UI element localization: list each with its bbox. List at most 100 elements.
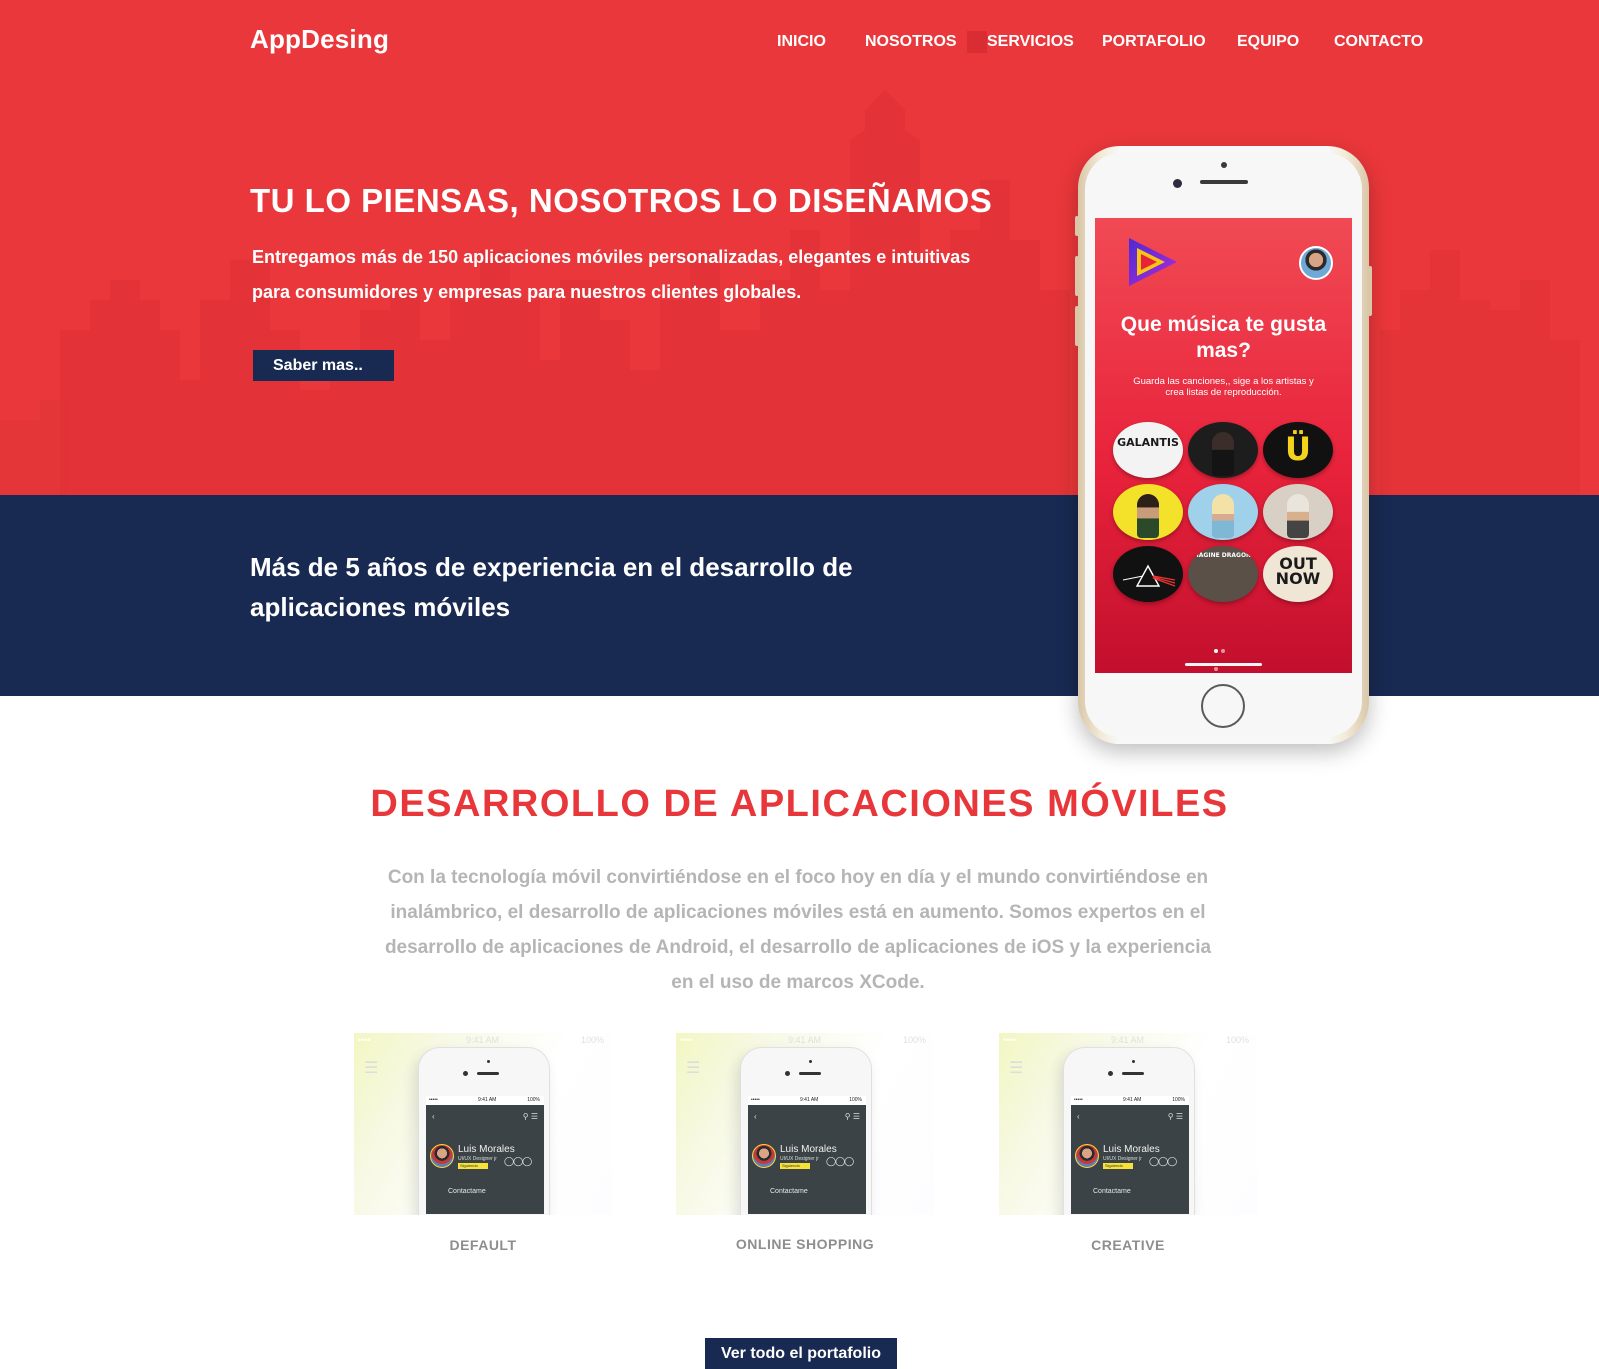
screen-signal: ••••• xyxy=(751,1097,760,1103)
screen-battery: 100% xyxy=(527,1097,540,1103)
screen-status-bar: ••••• 9:41 AM 100% xyxy=(426,1096,544,1105)
album-cover[interactable] xyxy=(1113,484,1183,540)
album-cover[interactable]: OUT NOW xyxy=(1263,546,1333,602)
phone-volume-up xyxy=(1075,256,1079,296)
profile-role: UI/UX Designer jr xyxy=(780,1156,819,1162)
signal-indicator: •••• xyxy=(358,1035,371,1045)
search-menu-icon: ⚲ ☰ xyxy=(522,1112,538,1121)
view-portfolio-button[interactable]: Ver todo el portafolio xyxy=(705,1338,897,1369)
back-icon: ‹ xyxy=(432,1112,435,1121)
play-logo-icon xyxy=(1129,238,1177,286)
signal-indicator: •••• xyxy=(680,1035,693,1045)
mini-phone-sensor xyxy=(1132,1060,1135,1063)
album-cover[interactable] xyxy=(1188,484,1258,540)
social-icons: ◯◯◯ xyxy=(1149,1156,1177,1166)
screen-subtitle: Guarda las canciones,, sige a los artist… xyxy=(1133,376,1314,398)
profile-block: Luis Morales UI/UX Designer jr Siguiendo ◯◯… xyxy=(426,1140,544,1180)
phone-sensor xyxy=(1221,162,1227,168)
menu-icon: ☰ xyxy=(364,1060,379,1077)
artist-portrait xyxy=(1287,494,1309,538)
album-cover[interactable] xyxy=(1188,422,1258,478)
phone-volume-down xyxy=(1075,306,1079,346)
profile-name: Luis Morales xyxy=(1103,1144,1160,1155)
nav-item-servicios[interactable]: SERVICIOS xyxy=(987,29,1074,55)
portfolio-card[interactable]: •••• 9:41 AM 100% ☰ ••••• 9:41 AM 100% ‹ ⚲ ☰ Lui… xyxy=(676,1033,934,1215)
contact-label: Contactame xyxy=(448,1188,486,1195)
hero-title: TU LO PIENSAS, NOSOTROS LO DISEÑAMOS xyxy=(250,182,993,219)
mini-phone-speaker xyxy=(799,1072,821,1075)
screen-status-bar: ••••• 9:41 AM 100% xyxy=(1071,1096,1189,1105)
contact-label: Contactame xyxy=(1093,1188,1131,1195)
experience-text: Más de 5 años de experiencia en el desar… xyxy=(250,552,853,622)
home-indicator xyxy=(1185,663,1262,666)
nav-item-inicio[interactable]: INICIO xyxy=(777,29,826,55)
album-cover[interactable] xyxy=(1263,484,1333,540)
album-cover-title: Ü xyxy=(1285,430,1311,468)
portfolio-card[interactable]: •••• 9:41 AM 100% ☰ ••••• 9:41 AM 100% ‹ ⚲ ☰ Lui… xyxy=(354,1033,612,1215)
status-time: 9:41 AM xyxy=(1111,1035,1145,1045)
back-icon: ‹ xyxy=(754,1112,757,1121)
album-cover[interactable]: GALANTIS xyxy=(1113,422,1183,478)
mini-phone-camera xyxy=(785,1071,790,1076)
album-cover[interactable]: IMAGINE DRAGONS xyxy=(1188,546,1258,602)
mini-phone-mockup: ••••• 9:41 AM 100% ‹ ⚲ ☰ Luis Morales UI/UX De… xyxy=(740,1047,872,1215)
screen-battery: 100% xyxy=(1172,1097,1185,1103)
nav-item-nosotros[interactable]: NOSOTROS xyxy=(865,29,957,55)
phone-screen: Que música te gusta mas? Guarda las canc… xyxy=(1095,218,1352,673)
search-menu-icon: ⚲ ☰ xyxy=(1167,1112,1183,1121)
prism-icon xyxy=(1122,564,1176,587)
following-badge: Siguiendo xyxy=(780,1163,810,1169)
screen-title: Que música te gusta mas? xyxy=(1120,313,1327,362)
contact-label: Contactame xyxy=(770,1188,808,1195)
mini-phone-camera xyxy=(463,1071,468,1076)
saber-mas-button[interactable]: Saber mas.. xyxy=(253,350,394,381)
mini-phone-mockup: ••••• 9:41 AM 100% ‹ ⚲ ☰ Luis Morales UI/UX De… xyxy=(418,1047,550,1215)
mini-phone-mockup: ••••• 9:41 AM 100% ‹ ⚲ ☰ Luis Morales UI/UX De… xyxy=(1063,1047,1195,1215)
album-cover[interactable]: Ü xyxy=(1263,422,1333,478)
services-description: Con la tecnología móvil convirtiéndose e… xyxy=(384,867,1212,993)
profile-block: Luis Morales UI/UX Designer jr Siguiendo ◯◯… xyxy=(1071,1140,1189,1180)
social-icons: ◯◯◯ xyxy=(504,1156,532,1166)
portfolio-card-label: DEFAULT xyxy=(449,1237,517,1253)
search-menu-icon: ⚲ ☰ xyxy=(844,1112,860,1121)
screen-signal: ••••• xyxy=(1074,1097,1083,1103)
phone-mute-switch xyxy=(1075,216,1079,236)
phone-mockup: Que música te gusta mas? Guarda las canc… xyxy=(1075,146,1372,744)
following-badge: Siguiendo xyxy=(1103,1163,1133,1169)
portfolio-card-label: CREATIVE xyxy=(1091,1237,1165,1253)
services-title: DESARROLLO DE APLICACIONES MÓVILES xyxy=(370,783,1229,825)
artist-portrait xyxy=(1137,494,1159,538)
portfolio-card[interactable]: •••• 9:41 AM 100% ☰ ••••• 9:41 AM 100% ‹ ⚲ ☰ Lui… xyxy=(999,1033,1257,1215)
nav-item-contacto[interactable]: CONTACTO xyxy=(1334,29,1423,55)
album-cover-title: GALANTIS xyxy=(1117,436,1179,449)
profile-avatar xyxy=(752,1144,776,1168)
nav-item-portafolio[interactable]: PORTAFOLIO xyxy=(1102,29,1206,55)
page-indicator xyxy=(1214,640,1234,671)
screen-time: 9:41 AM xyxy=(800,1097,819,1103)
back-icon: ‹ xyxy=(1077,1112,1080,1121)
mini-phone-screen: ••••• 9:41 AM 100% ‹ ⚲ ☰ Luis Morales UI/UX De… xyxy=(426,1096,544,1214)
battery-level: 100% xyxy=(580,1035,604,1045)
social-icons: ◯◯◯ xyxy=(826,1156,854,1166)
main-nav: INICIO NOSOTROS SERVICIOS PORTAFOLIO EQU… xyxy=(0,29,1599,55)
album-cover-title: OUT NOW xyxy=(1275,554,1321,588)
following-badge: Siguiendo xyxy=(458,1163,488,1169)
profile-role: UI/UX Designer jr xyxy=(1103,1156,1142,1162)
phone-home-button xyxy=(1201,684,1245,728)
status-time: 9:41 AM xyxy=(466,1035,500,1045)
screen-battery: 100% xyxy=(849,1097,862,1103)
mini-phone-camera xyxy=(1108,1071,1113,1076)
profile-avatar xyxy=(1075,1144,1099,1168)
album-cover-title: IMAGINE DRAGONS xyxy=(1190,552,1256,559)
profile-block: Luis Morales UI/UX Designer jr Siguiendo ◯◯… xyxy=(748,1140,866,1180)
nav-item-equipo[interactable]: EQUIPO xyxy=(1237,29,1299,55)
mini-phone-speaker xyxy=(1122,1072,1144,1075)
album-cover[interactable] xyxy=(1113,546,1183,602)
user-avatar[interactable] xyxy=(1299,246,1333,280)
phone-speaker xyxy=(1200,180,1248,184)
nav-active-marker xyxy=(967,31,987,53)
screen-signal: ••••• xyxy=(429,1097,438,1103)
phone-power-button xyxy=(1368,266,1372,316)
menu-icon: ☰ xyxy=(686,1060,701,1077)
status-time: 9:41 AM xyxy=(788,1035,822,1045)
